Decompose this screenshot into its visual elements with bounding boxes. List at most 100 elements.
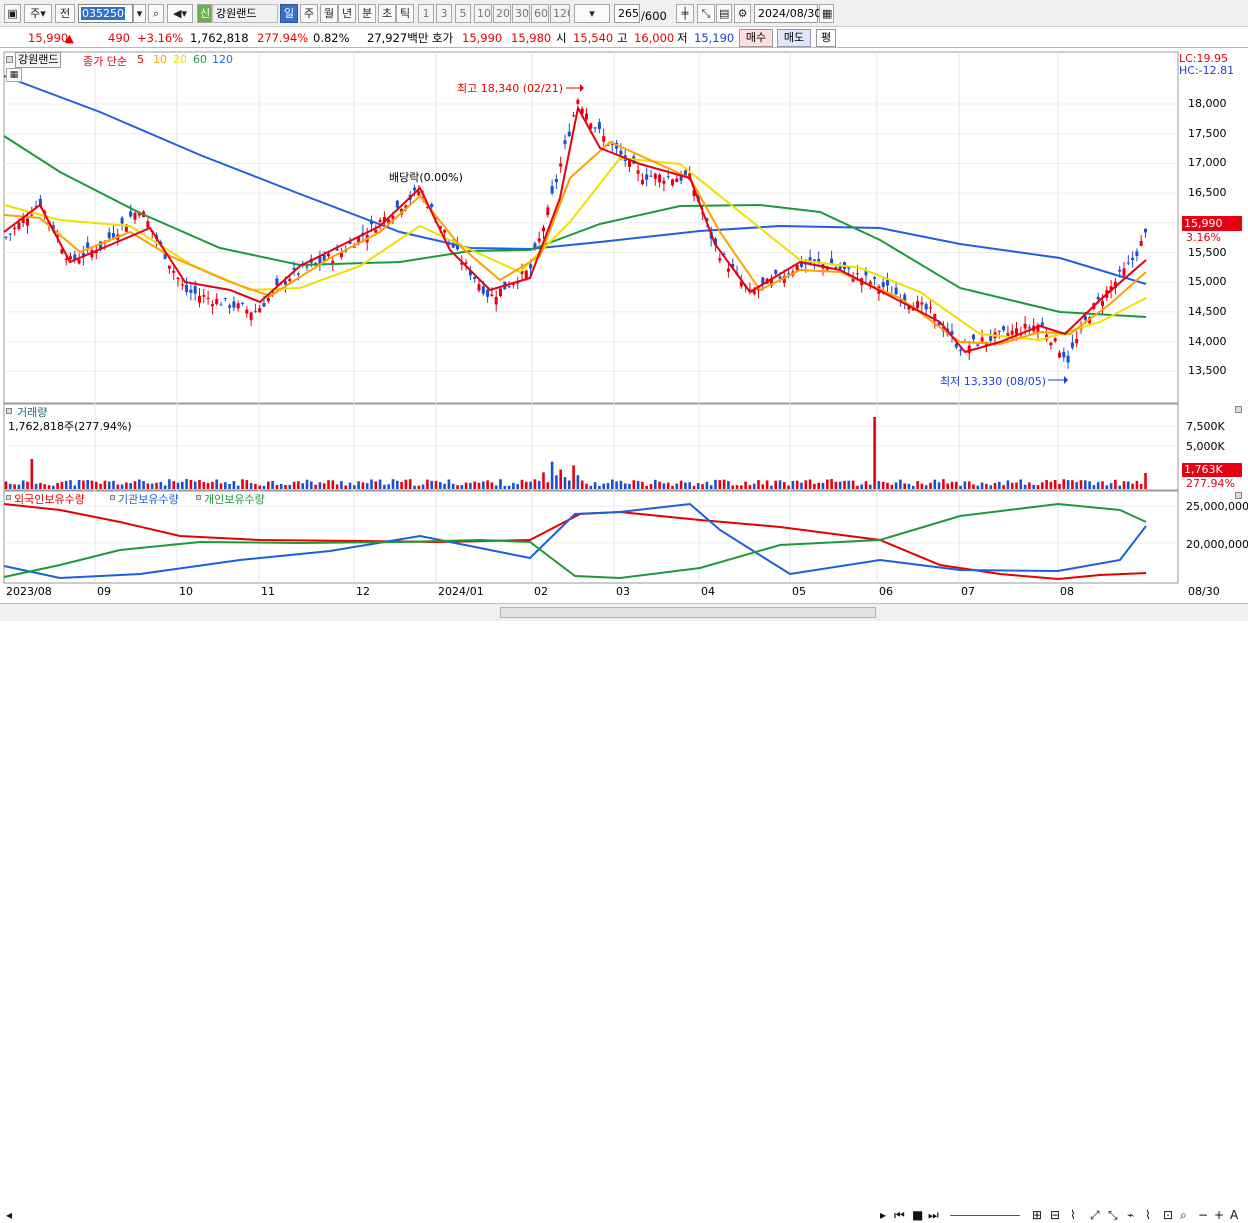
count-input[interactable]: 265 xyxy=(614,4,640,23)
x-axis-label: 10 xyxy=(179,585,193,598)
zoom-out-icon[interactable]: − xyxy=(1198,1208,1208,1223)
draw-tool-icon[interactable]: ⤡ xyxy=(697,4,715,23)
volume-tick-2: 5,000K xyxy=(1186,440,1225,453)
panel-handle-icon[interactable] xyxy=(6,56,13,63)
period-button-3[interactable]: 년 xyxy=(338,4,356,23)
candle-body xyxy=(1075,339,1079,344)
settings-icon[interactable]: ⚙ xyxy=(734,4,751,23)
holdings-legend-0[interactable]: 외국인보유수량 xyxy=(14,491,85,507)
volume-bar xyxy=(671,485,674,489)
legend-handle-icon[interactable] xyxy=(110,495,115,500)
tool-icon-4[interactable]: ⤢ xyxy=(1090,1208,1100,1223)
sell-button[interactable]: 매도 xyxy=(777,29,811,47)
volume-bar xyxy=(43,484,46,489)
period-button-0[interactable]: 일 xyxy=(280,4,298,23)
tool-icon-3[interactable]: ⌇ xyxy=(1070,1208,1076,1223)
buy-button[interactable]: 매수 xyxy=(739,29,773,47)
price-panel-title[interactable]: 강원랜드 xyxy=(15,52,62,68)
tool-icon-5[interactable]: ⤡ xyxy=(1108,1208,1118,1223)
jump-end-icon[interactable]: ⏭ xyxy=(928,1208,939,1223)
candle-body xyxy=(726,268,730,272)
calendar-icon[interactable]: ▦ xyxy=(819,4,834,23)
stock-code-input[interactable]: 035250 xyxy=(78,4,133,23)
scroll-bar[interactable]: ◂ ▸ ⏮ ■ ⏭ ⊞ ⊟ ⌇ ⤢ ⤡ ⌁ ⌇ ⊡ ⌕ − + A xyxy=(0,603,1248,1222)
chart-canvas[interactable] xyxy=(0,48,1248,604)
font-size-icon[interactable]: A xyxy=(1230,1208,1238,1223)
volume-panel-handle-icon[interactable] xyxy=(6,408,12,414)
interval-button-0[interactable]: 1 xyxy=(418,4,434,23)
ma-legend-10[interactable]: 10 xyxy=(153,53,167,66)
code-dropdown-icon[interactable]: ▾ xyxy=(133,4,146,23)
ma-legend-60[interactable]: 60 xyxy=(193,53,207,66)
volume-bar xyxy=(1053,479,1057,489)
zoom-in-icon[interactable]: + xyxy=(1214,1208,1224,1223)
interval-button-3[interactable]: 10 xyxy=(474,4,492,23)
period-button-4[interactable]: 분 xyxy=(358,4,376,23)
interval-button-1[interactable]: 3 xyxy=(436,4,452,23)
save-icon[interactable]: ▤ xyxy=(716,4,732,23)
legend-handle-icon[interactable] xyxy=(196,495,201,500)
interval-button-5[interactable]: 30 xyxy=(512,4,530,23)
tool-icon-2[interactable]: ⊟ xyxy=(1050,1208,1060,1223)
volume-bar xyxy=(946,483,949,489)
volume-bar xyxy=(929,482,932,489)
tool-icon-1[interactable]: ⊞ xyxy=(1032,1208,1042,1223)
date-input[interactable]: 2024/08/30 xyxy=(754,4,821,23)
candle-body xyxy=(249,312,253,320)
candle-body xyxy=(4,236,8,238)
volume-bar xyxy=(636,480,640,489)
count-dropdown-icon[interactable]: ▾ xyxy=(574,4,610,23)
interval-button-6[interactable]: 60 xyxy=(531,4,549,23)
volume-panel-close-icon[interactable] xyxy=(1235,406,1242,413)
candle-body xyxy=(924,304,928,310)
period-button-6[interactable]: 틱 xyxy=(396,4,414,23)
stop-icon[interactable]: ■ xyxy=(912,1208,923,1223)
search-icon[interactable]: ⌕ xyxy=(148,4,164,23)
zoom-slider[interactable] xyxy=(950,1208,1020,1216)
speaker-icon[interactable]: ◀▾ xyxy=(167,4,193,23)
period-button-2[interactable]: 월 xyxy=(320,4,338,23)
interval-button-4[interactable]: 20 xyxy=(493,4,511,23)
volume-bar xyxy=(993,483,997,489)
candle-body xyxy=(1010,330,1014,335)
volume-bar xyxy=(146,483,150,489)
candle-body xyxy=(284,281,287,285)
tool-icon-7[interactable]: ⌇ xyxy=(1145,1208,1151,1223)
candle-body xyxy=(464,262,468,264)
stock-code-value: 035250 xyxy=(81,7,125,20)
ma-legend-20[interactable]: 20 xyxy=(173,53,187,66)
candle-body xyxy=(980,337,984,342)
holdings-legend-1[interactable]: 기관보유수량 xyxy=(118,491,179,507)
type-select[interactable]: 전 xyxy=(55,4,75,23)
interval-button-2[interactable]: 5 xyxy=(455,4,471,23)
scroll-right-icon[interactable]: ▸ xyxy=(880,1208,886,1223)
volume-bar xyxy=(598,485,601,489)
eval-button[interactable]: 평 xyxy=(816,29,836,47)
candle-body xyxy=(215,298,219,305)
tool-icon-6[interactable]: ⌁ xyxy=(1127,1208,1134,1223)
period-button-5[interactable]: 초 xyxy=(378,4,396,23)
volume-bar xyxy=(189,480,193,489)
holdings-legend-2[interactable]: 개인보유수량 xyxy=(204,491,265,507)
volume-bar xyxy=(340,481,343,489)
candle-type-icon[interactable]: ╪ xyxy=(676,4,694,23)
ma-legend-5[interactable]: 5 xyxy=(137,53,144,66)
grid-icon[interactable]: ▦ xyxy=(6,68,22,82)
volume-bar xyxy=(593,482,597,489)
magnify-icon[interactable]: ⌕ xyxy=(1180,1208,1187,1223)
window-icon[interactable]: ▣ xyxy=(4,4,21,23)
period-button-1[interactable]: 주 xyxy=(300,4,318,23)
interval-button-7[interactable]: 120 xyxy=(550,4,570,23)
tool-icon-8[interactable]: ⊡ xyxy=(1163,1208,1173,1223)
dividend-annotation: 배당락(0.00%) xyxy=(389,171,463,184)
scroll-thumb[interactable] xyxy=(500,607,876,618)
legend-handle-icon[interactable] xyxy=(6,495,11,500)
market-select[interactable]: 주▾ xyxy=(24,4,52,23)
scroll-left-icon[interactable]: ◂ xyxy=(6,1208,12,1223)
holdings-panel-close-icon[interactable] xyxy=(1235,492,1242,499)
jump-start-icon[interactable]: ⏮ xyxy=(894,1208,905,1223)
volume-bar xyxy=(697,483,700,489)
candle-body xyxy=(1015,328,1018,335)
volume-bar xyxy=(331,480,335,489)
ma-legend-120[interactable]: 120 xyxy=(212,53,233,66)
